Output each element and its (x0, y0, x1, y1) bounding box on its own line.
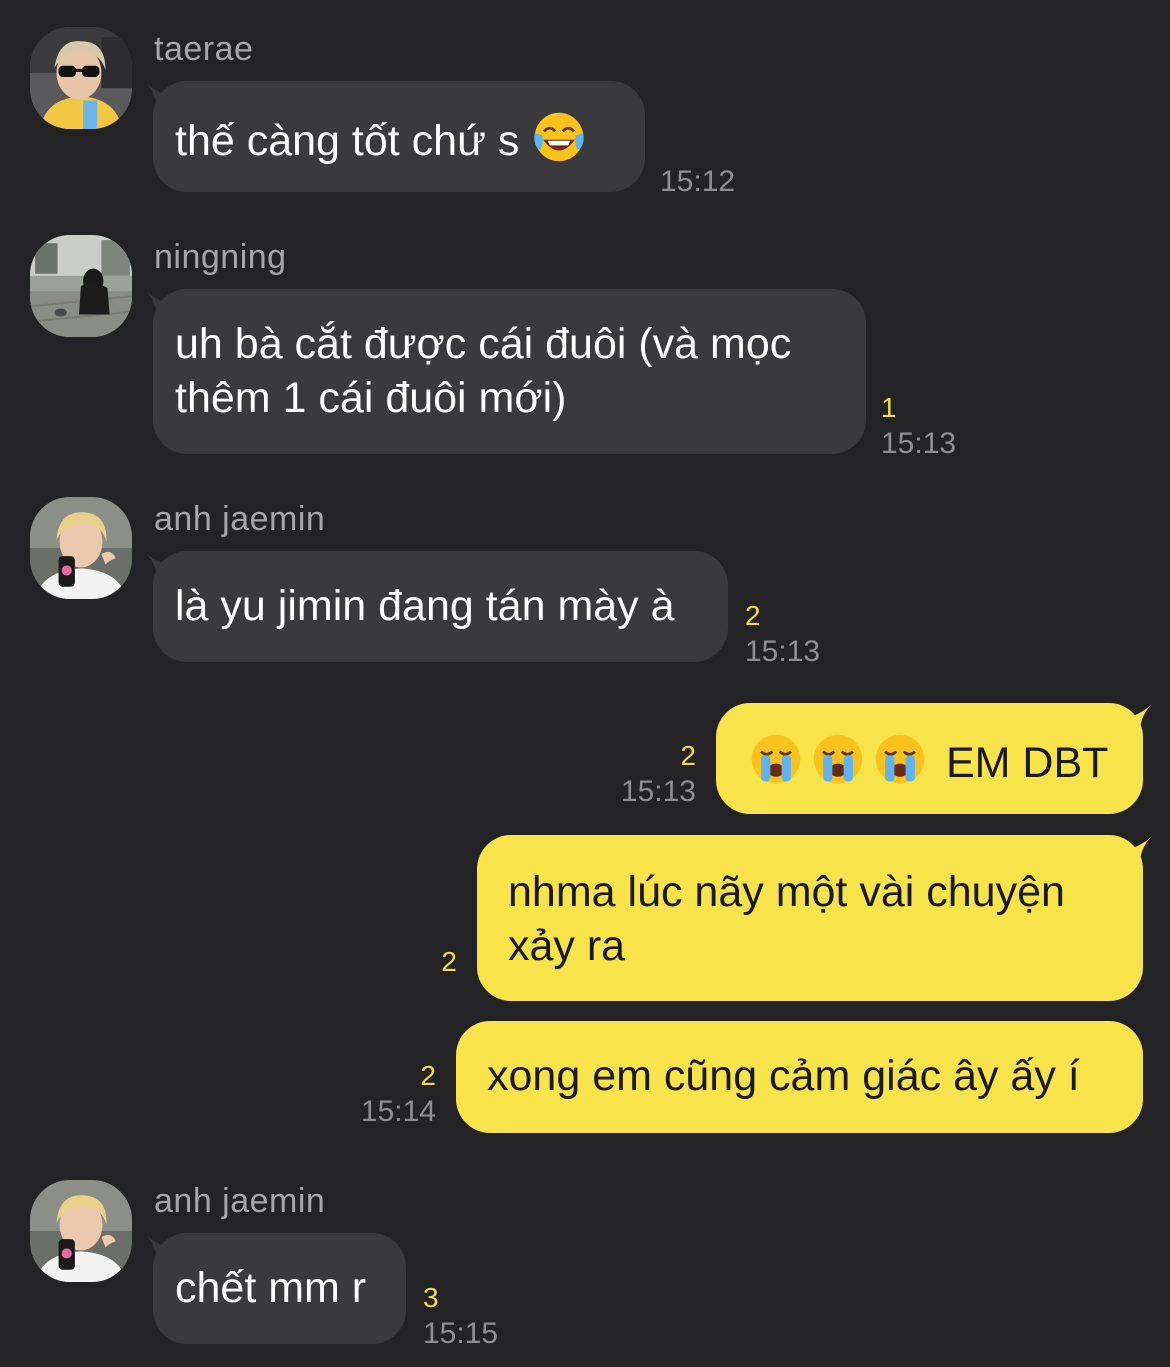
message-bubble[interactable]: xong em cũng cảm giác ây ấy í (456, 1021, 1143, 1133)
avatar-ningning[interactable] (30, 235, 132, 337)
message-meta: 1 15:13 (881, 390, 956, 462)
loudly-crying-emoji (872, 731, 928, 787)
message-text: xong em cũng cảm giác ây ấy í (487, 1052, 1080, 1100)
timestamp: 15:13 (745, 635, 821, 668)
message-bubble[interactable]: uh bà cắt được cái đuôi (và mọc thêm 1 c… (153, 289, 866, 454)
message-bubble[interactable]: là yu jimin đang tán mày à (153, 551, 728, 662)
message-bubble[interactable]: nhma lúc nãy một vài chuyện xảy ra (477, 835, 1143, 1001)
timestamp: 15:14 (360, 1095, 436, 1128)
sender-name: anh jaemin (154, 1182, 326, 1220)
unread-count: 2 (745, 600, 761, 631)
message-meta: 3 15:15 (423, 1280, 498, 1352)
unread-count: 2 (441, 946, 457, 977)
unread-count: 1 (881, 392, 897, 423)
message-text-line: uh bà cắt được cái đuôi (và mọc (175, 320, 792, 368)
sender-name: ningning (154, 238, 287, 276)
avatar-anh-jaemin[interactable] (30, 1180, 132, 1282)
message-text-line: nhma lúc nãy một vài chuyện (508, 868, 1065, 916)
message-text: chết mm r (175, 1264, 367, 1312)
unread-count: 3 (423, 1282, 439, 1313)
timestamp: 15:13 (620, 775, 696, 808)
message-bubble[interactable]: thế càng tốt chứ s (153, 81, 645, 192)
message-text-line: thêm 1 cái đuôi mới) (175, 374, 567, 422)
message-meta: 2 (441, 944, 457, 980)
message-meta: 15:12 (660, 164, 735, 200)
message-meta: 2 15:13 (621, 738, 696, 810)
message-bubble[interactable]: chết mm r (153, 1233, 406, 1344)
loudly-crying-emoji (810, 731, 866, 787)
loudly-crying-emoji (748, 731, 804, 787)
timestamp: 15:13 (881, 427, 957, 460)
sender-name: taerae (154, 30, 254, 68)
laughing-tears-emoji (531, 109, 587, 165)
message-meta: 2 15:13 (745, 598, 820, 670)
message-text-line: xảy ra (508, 922, 626, 970)
unread-count: 2 (680, 740, 696, 771)
avatar-anh-jaemin[interactable] (30, 497, 132, 599)
avatar-photo (30, 1180, 132, 1282)
bubble-tail (1122, 836, 1152, 870)
unread-count: 2 (420, 1060, 436, 1091)
message-text: EM DBT (945, 739, 1109, 787)
timestamp: 15:12 (660, 165, 736, 198)
avatar-photo (30, 497, 132, 599)
message-text: là yu jimin đang tán mày à (175, 582, 675, 630)
message-text: thế càng tốt chứ s (175, 117, 520, 165)
bubble-tail (1122, 704, 1152, 738)
timestamp: 15:15 (423, 1317, 499, 1350)
message-bubble[interactable]: EM DBT (716, 703, 1143, 814)
avatar-photo (30, 235, 132, 337)
avatar-photo (30, 27, 132, 129)
sender-name: anh jaemin (154, 500, 326, 538)
message-meta: 2 15:14 (361, 1058, 436, 1130)
avatar-taerae[interactable] (30, 27, 132, 129)
